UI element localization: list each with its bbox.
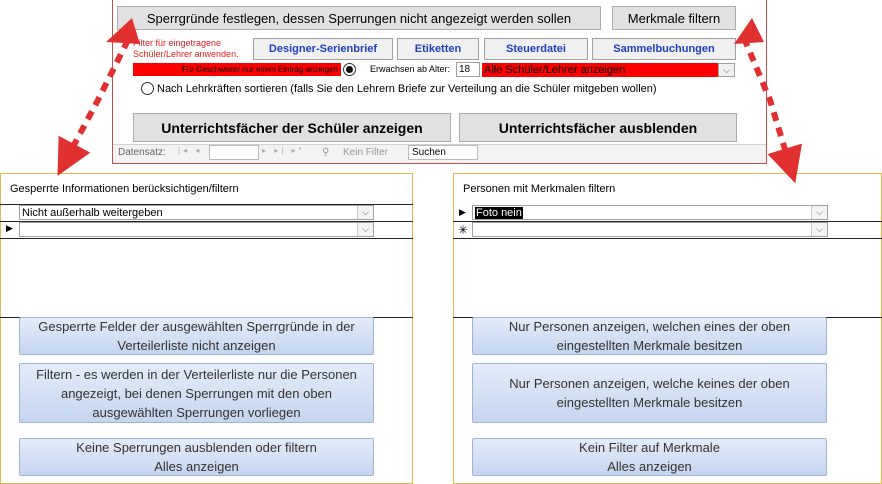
arrow-left — [57, 38, 131, 176]
arrow-right-head — [734, 18, 764, 44]
arrow-right — [741, 36, 803, 184]
arrow-left-head — [106, 18, 140, 44]
annotation-arrows — [57, 18, 803, 184]
